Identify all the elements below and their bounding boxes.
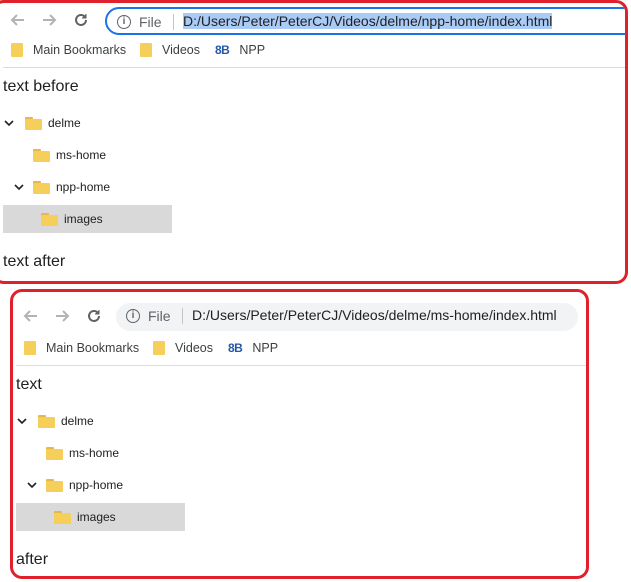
- chevron-down-icon[interactable]: [26, 479, 38, 491]
- info-icon[interactable]: i: [126, 309, 140, 323]
- tree-item-images[interactable]: images: [16, 503, 185, 531]
- text-after: text after: [3, 253, 66, 270]
- folder-icon: [11, 43, 23, 57]
- folder-icon: [153, 341, 165, 355]
- url-text[interactable]: D:/Users/Peter/PeterCJ/Videos/delme/ms-h…: [192, 307, 557, 323]
- browser-window-2: i File D:/Users/Peter/PeterCJ/Videos/del…: [10, 289, 589, 579]
- back-button[interactable]: [7, 9, 29, 31]
- address-bar[interactable]: i File D:/Users/Peter/PeterCJ/Videos/del…: [105, 7, 625, 35]
- back-button[interactable]: [20, 305, 42, 327]
- chevron-down-icon[interactable]: [3, 117, 15, 129]
- folder-icon: [46, 478, 63, 492]
- forward-button[interactable]: [51, 305, 73, 327]
- tree-item-ms-home[interactable]: ms-home: [33, 143, 106, 167]
- npp-logo-icon: 8B: [215, 43, 230, 57]
- tree-item-delme[interactable]: delme: [16, 409, 94, 433]
- arrow-right-icon: [43, 14, 57, 26]
- forward-button[interactable]: [38, 9, 60, 31]
- bookmark-npp[interactable]: 8B NPP: [215, 43, 265, 57]
- folder-icon: [46, 446, 63, 460]
- bookmarks-bar: Main Bookmarks Videos 8B NPP: [16, 335, 586, 366]
- reload-button[interactable]: [83, 305, 105, 327]
- text-before: text: [16, 376, 42, 393]
- tree-item-npp-home[interactable]: npp-home: [26, 473, 123, 497]
- toolbar: i File D:/Users/Peter/PeterCJ/Videos/del…: [16, 299, 586, 333]
- reload-button[interactable]: [70, 9, 92, 31]
- chevron-down-icon[interactable]: [13, 181, 25, 193]
- folder-icon: [24, 341, 36, 355]
- browser-window-1: i File D:/Users/Peter/PeterCJ/Videos/del…: [0, 0, 628, 284]
- address-bar[interactable]: i File D:/Users/Peter/PeterCJ/Videos/del…: [116, 303, 578, 331]
- bookmark-main-bookmarks[interactable]: Main Bookmarks: [11, 43, 126, 57]
- folder-icon: [41, 212, 58, 226]
- bookmark-videos[interactable]: Videos: [140, 43, 200, 57]
- toolbar: i File D:/Users/Peter/PeterCJ/Videos/del…: [3, 3, 625, 37]
- npp-logo-icon: 8B: [228, 341, 243, 355]
- text-before: text before: [3, 78, 79, 95]
- folder-icon: [38, 414, 55, 428]
- tree-item-ms-home[interactable]: ms-home: [46, 441, 119, 465]
- scheme-label: File: [139, 14, 162, 30]
- url-text[interactable]: D:/Users/Peter/PeterCJ/Videos/delme/npp-…: [183, 13, 553, 29]
- tree-item-delme[interactable]: delme: [3, 111, 81, 135]
- tree-item-npp-home[interactable]: npp-home: [13, 175, 110, 199]
- folder-icon: [140, 43, 152, 57]
- reload-icon: [75, 13, 87, 26]
- chevron-down-icon[interactable]: [16, 415, 28, 427]
- folder-icon: [54, 510, 71, 524]
- folder-icon: [33, 148, 50, 162]
- folder-icon: [25, 116, 42, 130]
- arrow-left-icon: [10, 14, 24, 26]
- tree-item-images[interactable]: images: [3, 205, 172, 233]
- separator: [182, 308, 183, 324]
- bookmark-npp[interactable]: 8B NPP: [228, 341, 278, 355]
- separator: [173, 14, 174, 30]
- text-after: after: [16, 551, 49, 568]
- bookmark-main-bookmarks[interactable]: Main Bookmarks: [24, 341, 139, 355]
- scheme-label: File: [148, 308, 171, 324]
- folder-icon: [33, 180, 50, 194]
- info-icon[interactable]: i: [117, 15, 131, 29]
- bookmark-videos[interactable]: Videos: [153, 341, 213, 355]
- arrow-left-icon: [23, 310, 37, 322]
- reload-icon: [88, 309, 100, 322]
- arrow-right-icon: [56, 310, 70, 322]
- bookmarks-bar: Main Bookmarks Videos 8B NPP: [3, 37, 625, 68]
